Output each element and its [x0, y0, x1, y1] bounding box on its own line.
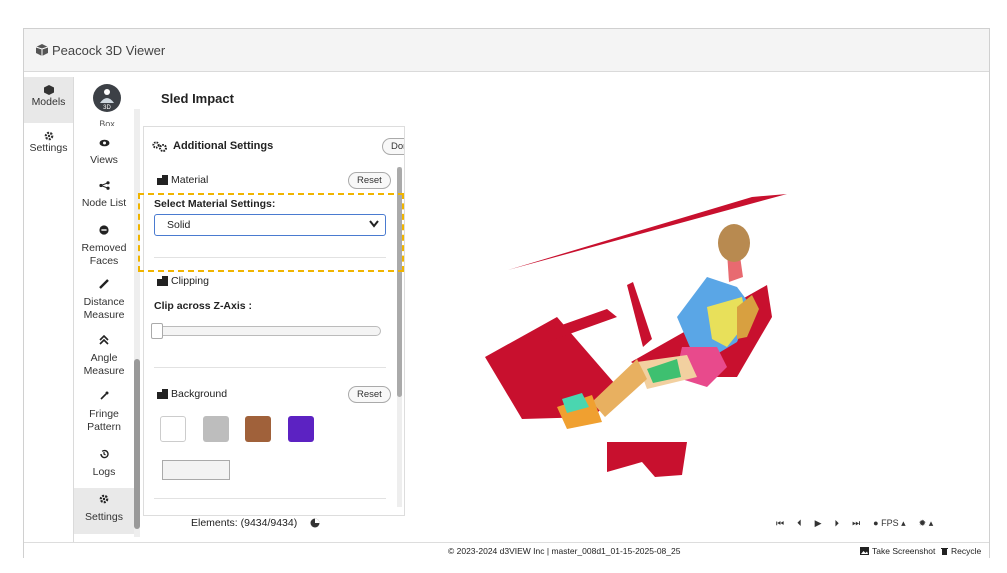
recycle-label: Recycle — [951, 546, 982, 556]
playback-controls: ⏮ ⏴ ▶ ⏵ ⏭ ● FPS ▴ ✹ ▴ — [776, 518, 933, 529]
skip-first-icon[interactable]: ⏮ — [776, 518, 784, 529]
image-icon — [860, 547, 869, 555]
model-dummy-head — [718, 224, 750, 262]
tool-label-line: Logs — [92, 466, 116, 478]
nav-settings[interactable]: Settings — [24, 123, 73, 169]
app-title: Peacock 3D Viewer — [52, 42, 166, 58]
cubes-icon — [157, 276, 168, 286]
step-forward-icon[interactable]: ⏵ — [835, 518, 840, 529]
3d-badge[interactable]: 3D — [92, 83, 122, 116]
clipping-section: Clipping — [157, 275, 209, 287]
model-floor-plate — [607, 442, 687, 477]
nav-models[interactable]: Models — [24, 77, 73, 123]
tool-fringe-pattern[interactable]: Fringe Pattern — [74, 385, 134, 435]
tool-nav: 3D Box Views Node List Removed Faces Distanc… — [74, 77, 140, 537]
divider — [154, 498, 386, 499]
tool-label-line: Settings — [85, 511, 123, 523]
share-nodes-icon — [98, 181, 110, 197]
tool-views[interactable]: Views — [74, 133, 134, 173]
3d-viewport[interactable] — [407, 77, 989, 532]
tool-removed-faces[interactable]: Removed Faces — [74, 219, 134, 269]
cubes-icon — [157, 389, 168, 399]
swatch-white[interactable] — [160, 416, 186, 442]
tool-distance-measure[interactable]: Distance Measure — [74, 273, 134, 323]
recycle-button[interactable]: Recycle — [941, 546, 981, 556]
cube-logo-icon — [36, 44, 48, 56]
pie-chart-icon[interactable] — [310, 518, 320, 528]
history-icon — [99, 449, 109, 466]
left-nav: Models Settings — [24, 77, 74, 546]
tool-box-label: Box — [99, 120, 115, 126]
cubes-icon — [157, 175, 168, 185]
gear-icon — [44, 131, 53, 141]
title-bar: Peacock 3D Viewer — [24, 29, 989, 72]
nav-models-label: Models — [31, 96, 66, 108]
tool-label-line: Distance — [83, 296, 125, 308]
minus-circle-icon — [99, 225, 109, 242]
viewer-settings-icon[interactable]: ✹ ▴ — [919, 518, 934, 529]
custom-color-field[interactable] — [162, 460, 230, 480]
fps-label: FPS — [881, 518, 899, 528]
tool-label-line: Removed — [81, 242, 127, 254]
material-section: Material — [157, 174, 208, 186]
tool-label-line: Faces — [89, 255, 119, 267]
footer: © 2023-2024 d3VIEW Inc | master_008d1_01… — [24, 542, 989, 559]
elements-count: Elements: (9434/9434) — [191, 517, 320, 529]
step-back-icon[interactable]: ⏴ — [797, 518, 802, 529]
copyright: © 2023-2024 d3VIEW Inc | master_008d1_01… — [448, 546, 681, 556]
3d-model-icon: 3D — [93, 84, 121, 112]
screenshot-label: Take Screenshot — [872, 546, 936, 556]
tool-logs[interactable]: Logs — [74, 443, 134, 483]
background-label: Background — [171, 388, 228, 400]
done-button[interactable]: Done — [382, 138, 404, 155]
divider — [154, 367, 386, 368]
app-window: Peacock 3D Viewer Models Settings 3D Box… — [23, 28, 990, 559]
tool-label-line: Angle — [90, 352, 118, 364]
tool-label-line: Views — [90, 154, 118, 166]
gears-icon — [152, 140, 167, 152]
eye-icon — [99, 139, 110, 154]
clipping-label: Clipping — [171, 275, 209, 287]
eyedropper-icon — [99, 391, 109, 408]
ruler-icon — [99, 279, 109, 296]
tool-settings[interactable]: Settings — [74, 488, 134, 534]
svg-text:3D: 3D — [103, 105, 111, 111]
tool-label-line: Measure — [83, 365, 125, 377]
fps-toggle[interactable]: ● FPS ▴ — [873, 518, 905, 529]
material-reset-button[interactable]: Reset — [348, 172, 391, 189]
angle-icon — [99, 334, 109, 352]
clip-slider-handle[interactable] — [151, 323, 163, 339]
background-reset-button[interactable]: Reset — [348, 386, 391, 403]
trash-icon — [941, 548, 948, 555]
tool-label-line: Fringe — [89, 408, 119, 420]
panel-header: Additional Settings — [152, 140, 273, 152]
viewer-title: Sled Impact — [161, 91, 234, 106]
clip-z-label: Clip across Z-Axis : — [154, 300, 253, 312]
elements-count-text: Elements: (9434/9434) — [191, 517, 298, 529]
material-label: Material — [171, 174, 209, 186]
gear-icon — [99, 494, 109, 511]
tool-label-line: Measure — [83, 309, 125, 321]
background-section: Background — [157, 388, 227, 400]
swatch-gray[interactable] — [203, 416, 229, 442]
clip-slider-track[interactable] — [151, 326, 381, 336]
nav-settings-label: Settings — [29, 142, 68, 154]
play-icon[interactable]: ▶ — [815, 518, 822, 529]
tool-label-line: Node List — [81, 197, 127, 209]
swatch-purple[interactable] — [288, 416, 314, 442]
screenshot-button[interactable]: Take Screenshot — [860, 546, 935, 556]
tool-label-line: Pattern — [87, 421, 121, 433]
skip-last-icon[interactable]: ⏭ — [852, 518, 860, 529]
model-steering-wheel — [627, 282, 652, 347]
swatch-brown[interactable] — [245, 416, 271, 442]
divider — [154, 257, 386, 258]
tool-node-list[interactable]: Node List — [74, 175, 134, 215]
cube-icon — [43, 85, 54, 95]
tool-scrollbar[interactable] — [134, 109, 140, 537]
highlight-box — [138, 193, 404, 272]
tool-angle-measure[interactable]: Angle Measure — [74, 329, 134, 379]
panel-title: Additional Settings — [173, 140, 274, 152]
